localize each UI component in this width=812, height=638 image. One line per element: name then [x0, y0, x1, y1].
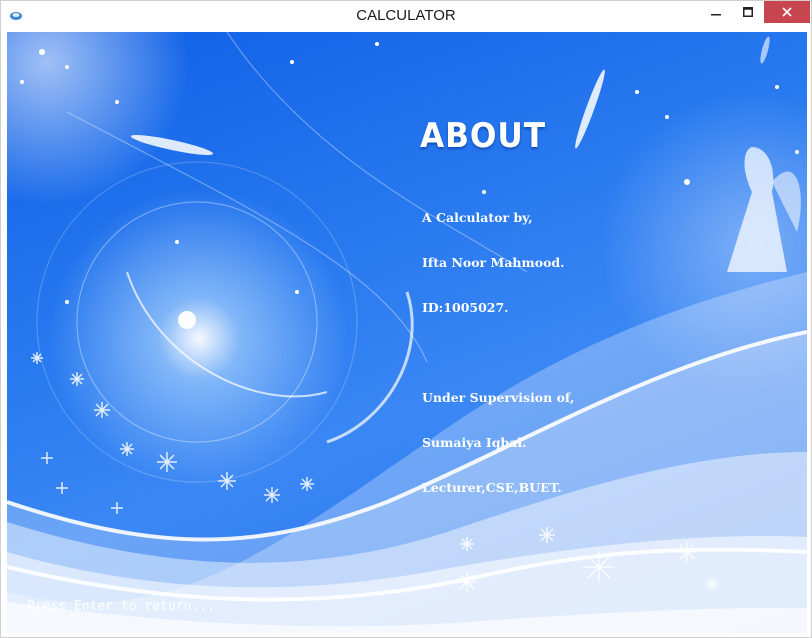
calculator-window: CALCULATOR ABOUT A Calculator by, Ifta N…: [0, 0, 812, 638]
return-prompt: Press Enter to return...: [27, 599, 215, 614]
minimize-icon: [711, 14, 721, 16]
credit-line: Ifta Noor Mahmood.: [422, 255, 565, 270]
about-heading: ABOUT: [420, 116, 546, 156]
maximize-icon: [743, 7, 753, 17]
close-icon: [782, 7, 792, 17]
minimize-button[interactable]: [701, 1, 731, 23]
maximize-button[interactable]: [733, 1, 763, 23]
credit-line: Under Supervision of,: [422, 390, 575, 405]
close-button[interactable]: [764, 1, 810, 23]
title-bar[interactable]: CALCULATOR: [1, 1, 811, 31]
background-artwork: [7, 32, 807, 633]
credit-line: ID:1005027.: [422, 300, 509, 315]
credit-line: Sumaiya Iqbal.: [422, 435, 527, 450]
about-screen: ABOUT A Calculator by, Ifta Noor Mahmood…: [7, 32, 807, 633]
credit-line: Lecturer,CSE,BUET.: [422, 480, 562, 495]
window-title: CALCULATOR: [356, 7, 456, 24]
credit-line: A Calculator by,: [422, 210, 533, 225]
about-credits: A Calculator by, Ifta Noor Mahmood. ID:1…: [422, 180, 574, 525]
